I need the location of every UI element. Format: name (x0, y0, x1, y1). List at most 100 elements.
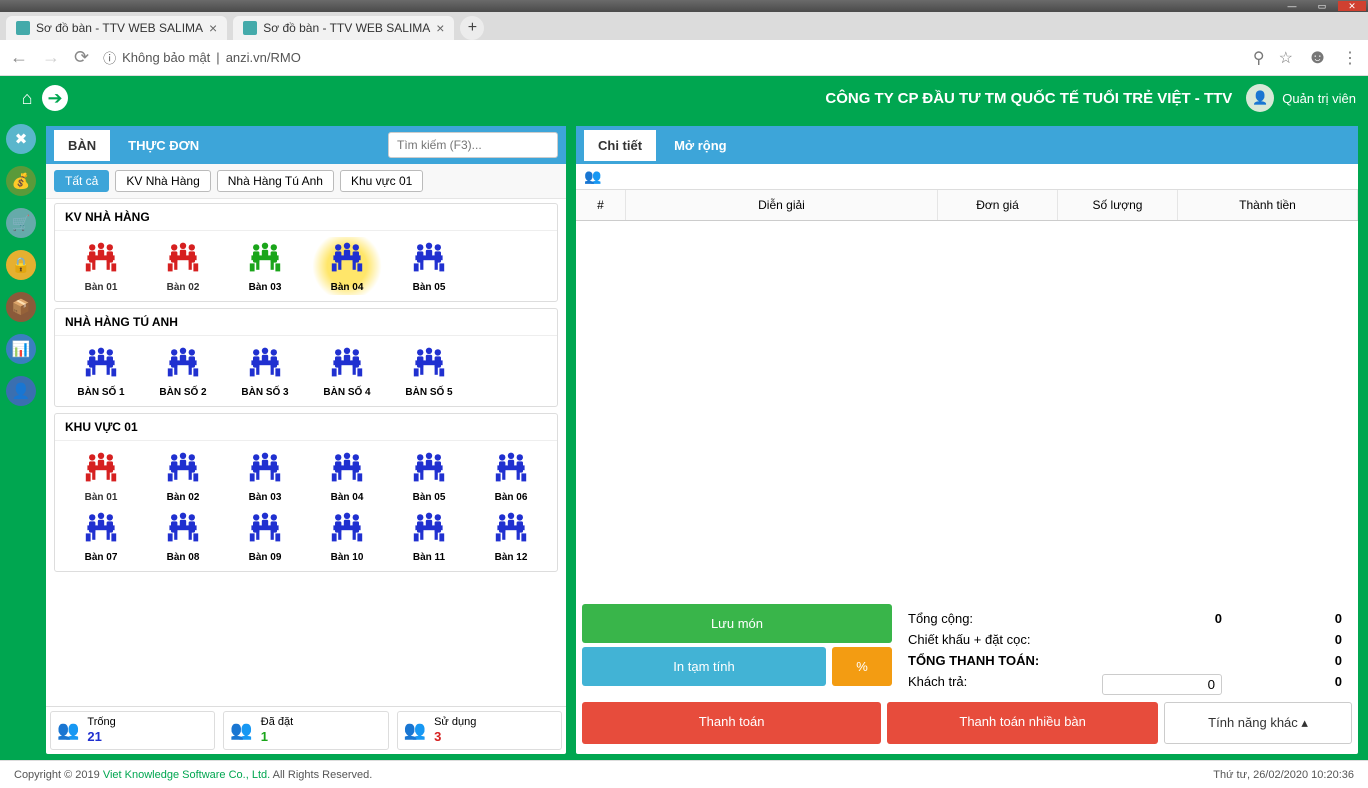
tab-close-icon[interactable]: × (436, 20, 444, 36)
customer-pay-input[interactable] (1102, 674, 1222, 695)
table-label: BÀN SỐ 4 (307, 387, 387, 398)
menu-icon[interactable]: ⋮ (1342, 48, 1358, 68)
sidebar-chart-icon[interactable]: 📊 (6, 334, 36, 364)
table-cell[interactable]: BÀN SỐ 2 (143, 342, 223, 400)
sidebar-money-icon[interactable]: 💰 (6, 166, 36, 196)
table-people-icon (225, 344, 305, 385)
sidebar-cart-icon[interactable]: 🛒 (6, 208, 36, 238)
profile-icon[interactable]: ☻ (1307, 46, 1328, 69)
filter-chip[interactable]: Nhà Hàng Tú Anh (217, 170, 334, 192)
more-features-button[interactable]: Tính năng khác ▴ (1164, 702, 1352, 744)
window-close[interactable]: ✕ (1338, 1, 1366, 11)
new-tab-button[interactable]: + (460, 16, 484, 40)
people-icon: 👥 (404, 720, 426, 741)
table-people-icon (389, 239, 469, 280)
star-icon[interactable]: ☆ (1279, 48, 1293, 68)
tab-ban[interactable]: BÀN (54, 130, 110, 161)
nav-forward-icon[interactable]: → (42, 47, 60, 68)
filter-chip[interactable]: Tất cả (54, 170, 109, 192)
home-icon[interactable]: ⌂ (12, 83, 42, 113)
footer: Copyright © 2019 Viet Knowledge Software… (0, 760, 1368, 788)
filter-chip[interactable]: KV Nhà Hàng (115, 170, 210, 192)
app-header: ⌂ ➔ CÔNG TY CP ĐẦU TƯ TM QUỐC TẾ TUỔI TR… (0, 76, 1368, 120)
right-tabs: Chi tiết Mở rộng (576, 126, 1358, 164)
totals-block: Tổng cộng:00 Chiết khấu + đặt cọc:0 TỔNG… (898, 604, 1352, 702)
col-total: Thành tiền (1178, 190, 1358, 220)
people-icon: 👥 (230, 720, 252, 741)
security-label: Không bảo mật (122, 50, 210, 65)
nav-reload-icon[interactable]: ⟳ (74, 47, 89, 68)
table-people-icon (225, 509, 305, 550)
table-cell[interactable]: Bàn 01 (61, 237, 141, 295)
table-cell[interactable]: Bàn 05 (389, 237, 469, 295)
order-panel: Chi tiết Mở rộng 👥 # Diễn giải Đơn giá S… (576, 126, 1358, 754)
table-cell[interactable]: BÀN SỐ 3 (225, 342, 305, 400)
percent-button[interactable]: % (832, 647, 892, 686)
table-people-icon (471, 509, 551, 550)
print-temp-button[interactable]: In tạm tính (582, 647, 826, 686)
table-cell[interactable]: Bàn 05 (389, 447, 469, 505)
table-label: Bàn 05 (389, 282, 469, 293)
company-link[interactable]: Viet Knowledge Software Co., Ltd. (103, 769, 270, 781)
table-cell[interactable]: BÀN SỐ 4 (307, 342, 387, 400)
sidebar-bag-icon[interactable]: 🔒 (6, 250, 36, 280)
tab-thucdon[interactable]: THỰC ĐƠN (114, 130, 213, 161)
tab-chitiet[interactable]: Chi tiết (584, 130, 656, 161)
sidebar-tools-icon[interactable]: ✖ (6, 124, 36, 154)
user-name: Quản trị viên (1282, 91, 1356, 106)
order-rows (576, 221, 1358, 521)
nav-back-icon[interactable]: ← (10, 47, 28, 68)
table-cell[interactable]: Bàn 09 (225, 507, 305, 565)
table-label: Bàn 03 (225, 282, 305, 293)
table-cell[interactable]: Bàn 03 (225, 237, 305, 295)
url-text: anzi.vn/RMO (226, 50, 301, 65)
table-cell[interactable]: Bàn 04 (307, 237, 387, 295)
pay-multi-button[interactable]: Thanh toán nhiều bàn (887, 702, 1158, 744)
table-people-icon (307, 239, 387, 280)
browser-tab-2[interactable]: Sơ đồ bàn - TTV WEB SALIMA × (233, 16, 454, 40)
tab-title: Sơ đồ bàn - TTV WEB SALIMA (263, 21, 430, 35)
filter-chip[interactable]: Khu vực 01 (340, 170, 423, 192)
browser-tab-1[interactable]: Sơ đồ bàn - TTV WEB SALIMA × (6, 16, 227, 40)
user-menu[interactable]: 👤 Quản trị viên (1246, 84, 1356, 112)
left-tabs: BÀN THỰC ĐƠN (46, 126, 566, 164)
search-input[interactable] (388, 132, 558, 158)
table-cell[interactable]: Bàn 11 (389, 507, 469, 565)
table-cell[interactable]: Bàn 01 (61, 447, 141, 505)
forward-icon[interactable]: ➔ (42, 85, 68, 111)
col-desc: Diễn giải (626, 190, 938, 220)
table-cell[interactable]: Bàn 06 (471, 447, 551, 505)
table-cell[interactable]: Bàn 02 (143, 237, 223, 295)
order-table: # Diễn giải Đơn giá Số lượng Thành tiền (576, 190, 1358, 604)
table-label: BÀN SỐ 5 (389, 387, 469, 398)
address-bar: ← → ⟳ ⓘ Không bảo mật | anzi.vn/RMO ⚲ ☆ … (0, 40, 1368, 76)
area-title: NHÀ HÀNG TÚ ANH (55, 309, 557, 336)
table-cell[interactable]: BÀN SỐ 1 (61, 342, 141, 400)
search-icon[interactable]: ⚲ (1253, 48, 1265, 68)
table-cell[interactable]: Bàn 10 (307, 507, 387, 565)
sidebar-box-icon[interactable]: 📦 (6, 292, 36, 322)
table-cell[interactable]: Bàn 02 (143, 447, 223, 505)
table-people-icon (225, 239, 305, 280)
url-field[interactable]: ⓘ Không bảo mật | anzi.vn/RMO (103, 48, 1239, 67)
table-cell[interactable]: Bàn 07 (61, 507, 141, 565)
table-label: Bàn 02 (143, 282, 223, 293)
table-people-icon (143, 344, 223, 385)
tab-close-icon[interactable]: × (209, 20, 217, 36)
table-area: NHÀ HÀNG TÚ ANHBÀN SỐ 1BÀN SỐ 2BÀN SỐ 3B… (54, 308, 558, 407)
window-minimize[interactable]: — (1278, 1, 1306, 11)
table-label: Bàn 11 (389, 552, 469, 563)
pay-button[interactable]: Thanh toán (582, 702, 881, 744)
table-cell[interactable]: Bàn 03 (225, 447, 305, 505)
tab-morong[interactable]: Mở rộng (660, 130, 741, 161)
table-cell[interactable]: Bàn 12 (471, 507, 551, 565)
table-cell[interactable]: Bàn 08 (143, 507, 223, 565)
group-icon[interactable]: 👥 (584, 168, 601, 184)
save-items-button[interactable]: Lưu món (582, 604, 892, 643)
window-maximize[interactable]: ▭ (1308, 1, 1336, 11)
table-cell[interactable]: BÀN SỐ 5 (389, 342, 469, 400)
sidebar-user-icon[interactable]: 👤 (6, 376, 36, 406)
table-label: Bàn 07 (61, 552, 141, 563)
table-cell[interactable]: Bàn 04 (307, 447, 387, 505)
area-filters: Tất cả KV Nhà Hàng Nhà Hàng Tú Anh Khu vực … (46, 164, 566, 199)
